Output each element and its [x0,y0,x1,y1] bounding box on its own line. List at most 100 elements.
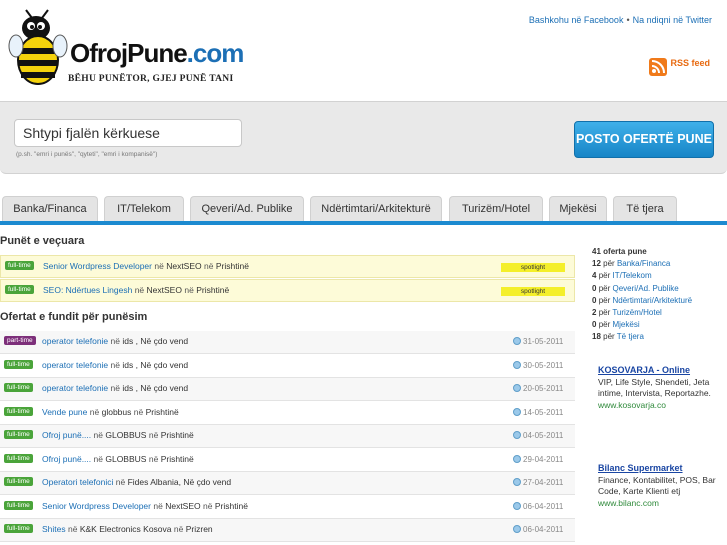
stats-row: 12 për Banka/Financa [592,259,671,269]
job-location: Në çdo vend [140,359,189,370]
clock-icon [513,454,521,463]
clock-icon [513,384,521,392]
ad-title[interactable]: Bilanc Supermarket [598,463,716,475]
tab-it-telekom[interactable]: IT/Telekom [104,196,184,221]
search-input[interactable]: Shtypi fjalën kërkuese [14,119,242,147]
logo-name: OfrojPune [70,38,188,68]
stats-category-link[interactable]: Qeveri/Ad. Publike [612,284,678,293]
featured-title: Punët e veçuara [0,235,85,247]
job-row[interactable]: full-time operator telefonie në ids , Në… [0,354,575,378]
job-title-link[interactable]: SEO: Ndërtues Lingesh [43,285,132,295]
job-title-link[interactable]: Shites [42,524,66,534]
spotlight-badge: spotlight [501,263,565,272]
search-hint: (p.sh. "emri i punës", "qyteti", "emri i… [16,151,158,158]
job-row[interactable]: part-time operator telefonie në ids , Në… [0,331,575,354]
category-tabs: Banka/Financa IT/Telekom Qeveri/Ad. Publ… [0,196,727,225]
job-date: 30-05-2011 [513,360,563,370]
ad-title[interactable]: KOSOVARJA - Online [598,365,713,377]
facebook-link[interactable]: Bashkohu në Facebook [529,15,624,25]
stats-category-link[interactable]: Mjekësi [612,320,639,329]
stats-row: 4 për IT/Telekom [592,271,652,281]
job-row[interactable]: full-time Senior Wordpress Developer në … [0,495,575,519]
job-row[interactable]: full-time operator telefonie në ids , Në… [0,378,575,401]
company-name: ids , [122,359,138,370]
stats-category-link[interactable]: Të tjera [617,332,644,341]
job-type-badge: full-time [4,477,33,486]
job-title-link[interactable]: Vende pune [42,407,87,417]
company-name: GLOBBUS [105,430,147,440]
job-location: Prishtinë [196,285,230,295]
clock-icon [513,407,521,416]
company-name: GLOBBUS [105,453,147,464]
job-date: 29-04-2011 [513,454,563,464]
stats-category-link[interactable]: Turizëm/Hotel [612,308,662,317]
tab-qeveri[interactable]: Qeveri/Ad. Publike [190,196,304,221]
ad-block[interactable]: KOSOVARJA - Online VIP, Life Style, Shen… [598,365,713,411]
job-row[interactable]: full-time Ofroj punë.... në GLOBBUS në P… [0,425,575,448]
job-type-badge: full-time [4,500,33,510]
job-title-link[interactable]: operator telefonie [42,383,108,393]
job-location: Në çdo vend [140,336,189,346]
job-row[interactable]: full-time Vende pune në globbus në Prish… [0,401,575,425]
job-type-badge: full-time [5,285,34,294]
job-title-link[interactable]: Ofroj punë.... [42,430,91,440]
clock-icon [513,360,521,369]
tab-mjekesi[interactable]: Mjekësi [549,196,607,221]
stats-category-link[interactable]: IT/Telekom [612,271,651,280]
company-name: NextSEO [165,500,201,511]
stats-total: 41 oferta pune [592,247,647,256]
job-date: 31-05-2011 [513,337,563,346]
separator-dot: • [626,15,630,25]
ad-url[interactable]: www.bilanc.com [598,498,716,510]
tab-te-tjera[interactable]: Të tjera [613,196,677,221]
site-logo[interactable]: OfrojPune.com BËHU PUNËTOR, GJEJ PUNË TA… [8,8,244,88]
job-title-link[interactable]: operator telefonie [42,360,108,370]
job-title-link[interactable]: operator telefonie [42,336,108,346]
job-date: 27-04-2011 [513,478,563,487]
clock-icon [513,431,521,439]
ad-block[interactable]: Bilanc Supermarket Finance, Kontabilitet… [598,463,716,509]
spotlight-badge: spotlight [501,287,565,296]
company-name: globbus [101,406,132,417]
job-title-link[interactable]: Senior Wordpress Developer [42,501,151,511]
company-name: Fides Albania, [127,477,181,487]
twitter-link[interactable]: Na ndiqni në Twitter [633,15,712,25]
stats-row: 18 për Të tjera [592,332,644,342]
featured-row[interactable]: full-time Senior Wordpress Developer në … [0,255,575,278]
company-name: ids , [122,336,138,346]
job-title-link[interactable]: Ofroj punë.... [42,454,91,464]
latest-title: Ofertat e fundit për punësim [0,311,148,323]
job-location: Prishtinë [145,406,179,417]
job-type-badge: full-time [4,359,33,369]
rss-icon [649,58,668,76]
site-header: OfrojPune.com BËHU PUNËTOR, GJEJ PUNË TA… [0,0,727,100]
job-row[interactable]: full-time Ofroj punë.... në GLOBBUS në P… [0,448,575,472]
tab-turizem-hotel[interactable]: Turizëm/Hotel [449,196,543,221]
category-stats: 41 oferta pune 12 për Banka/Financa 4 pë… [592,246,692,344]
social-links: Bashkohu në Facebook • Na ndiqni në Twitte… [529,15,712,25]
rss-feed-link[interactable]: RSS feed [649,58,710,76]
job-date: 06-04-2011 [513,525,563,534]
job-title-link[interactable]: Senior Wordpress Developer [43,261,152,271]
job-title-link[interactable]: Operatori telefonici [42,477,113,487]
job-type-badge: full-time [4,406,33,416]
stats-row: 0 për Qeveri/Ad. Publike [592,283,679,293]
job-date: 06-04-2011 [513,501,563,511]
company-name: ids , [122,383,138,393]
tab-ndertimtari[interactable]: Ndërtimtari/Arkitekturë [310,196,442,221]
stats-category-link[interactable]: Banka/Financa [617,259,670,268]
job-location: Prishtinë [215,261,249,271]
job-date: 14-05-2011 [513,407,563,417]
job-row[interactable]: full-time Shites në K&K Electronics Koso… [0,519,575,542]
featured-row[interactable]: full-time SEO: Ndërtues Lingesh në NextS… [0,279,575,302]
stats-row: 0 për Mjekësi [592,320,640,330]
tab-banka-financa[interactable]: Banka/Financa [2,196,98,221]
job-date: 20-05-2011 [513,384,563,393]
job-type-badge: full-time [4,524,33,533]
stats-category-link[interactable]: Ndërtimtari/Arkitekturë [612,296,692,305]
job-location: Në çdo vend [140,383,189,393]
job-type-badge: full-time [5,261,34,270]
ad-url[interactable]: www.kosovarja.co [598,400,713,412]
post-job-button[interactable]: POSTO OFERTË PUNE [574,121,714,158]
job-row[interactable]: full-time Operatori telefonici në Fides … [0,472,575,495]
